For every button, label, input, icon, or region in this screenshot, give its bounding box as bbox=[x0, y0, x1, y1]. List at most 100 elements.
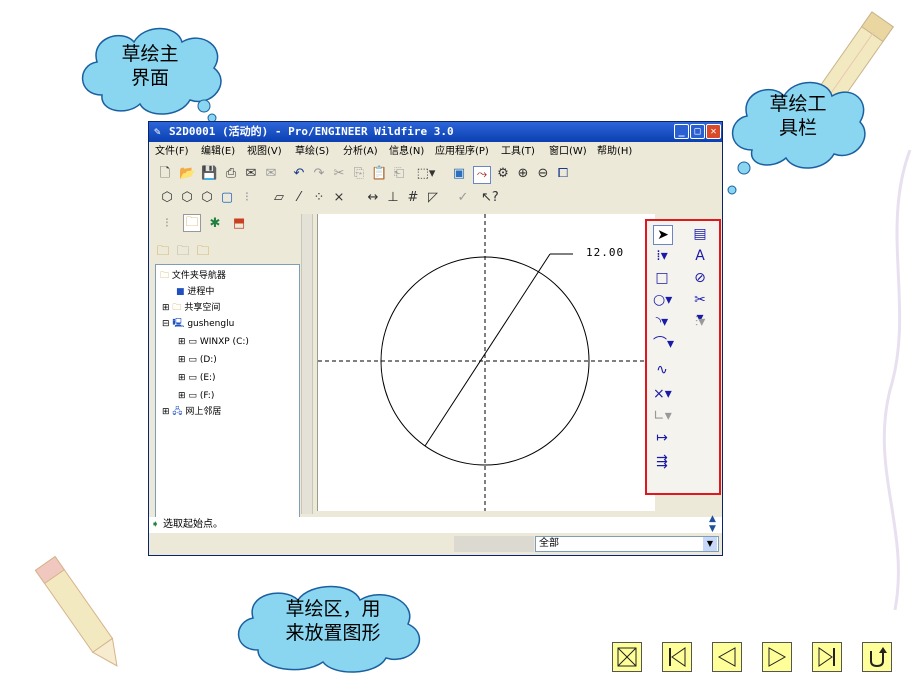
filter-dropdown[interactable]: 全部 ▼ bbox=[535, 536, 719, 552]
sketch-palette-icon[interactable]: ▤ bbox=[691, 225, 709, 243]
new-folder-icon[interactable]: 🗀 bbox=[155, 244, 171, 260]
expand-icon[interactable]: ⊞ bbox=[178, 391, 186, 401]
trim-icon[interactable]: ✂▾ bbox=[691, 291, 709, 326]
dimension-value[interactable]: 12.00 bbox=[586, 246, 624, 259]
ellipse-icon[interactable]: ⊘ bbox=[691, 269, 709, 287]
menu-tools[interactable]: 工具(T) bbox=[501, 143, 535, 161]
mail-link-icon[interactable]: ✉ bbox=[263, 166, 279, 182]
sketch-canvas[interactable]: 12.00 bbox=[317, 214, 655, 511]
tree-item-drive-e[interactable]: ⊞ ▭ (E:) bbox=[178, 371, 216, 385]
hidden-line-icon[interactable]: ⬡ bbox=[179, 190, 195, 206]
tree-item-drive-d[interactable]: ⊞ ▭ (D:) bbox=[178, 353, 217, 367]
chevron-down-icon[interactable]: ▼ bbox=[703, 537, 717, 551]
maximize-icon[interactable]: □ bbox=[690, 124, 705, 139]
sketch-done-icon[interactable]: ✓ bbox=[455, 190, 471, 206]
spline-icon[interactable]: ∿ bbox=[653, 361, 671, 379]
no-hidden-icon[interactable]: ⬡ bbox=[199, 190, 215, 206]
centerline-icon[interactable]: ⁞▾ bbox=[653, 247, 671, 265]
open-folder-icon[interactable]: 📂 bbox=[179, 166, 195, 182]
menu-window[interactable]: 窗口(W) bbox=[549, 143, 587, 161]
drive-icon: ▭ bbox=[188, 391, 197, 401]
favorites-tab-icon[interactable]: ✱ bbox=[207, 216, 223, 232]
refit-icon[interactable]: ⧠ bbox=[555, 166, 571, 182]
datum-plane-icon[interactable]: ▱ bbox=[271, 190, 287, 206]
wireframe-icon[interactable]: ⬡ bbox=[159, 190, 175, 206]
nav-next-button[interactable] bbox=[762, 642, 792, 672]
model-tree-tab-icon[interactable]: ⁝ bbox=[159, 216, 175, 232]
session-icon: ■ bbox=[176, 287, 185, 297]
modify-icon[interactable]: ⇶ bbox=[653, 453, 671, 471]
minimize-icon[interactable]: _ bbox=[674, 124, 689, 139]
expand-icon[interactable]: ⊞ bbox=[178, 355, 186, 365]
tree-item-in-session[interactable]: ■ 进程中 bbox=[176, 285, 214, 299]
menu-edit[interactable]: 编辑(E) bbox=[201, 143, 235, 161]
regenerate-icon[interactable]: ▣ bbox=[451, 166, 467, 182]
tree-item-drive-f[interactable]: ⊞ ▭ (F:) bbox=[178, 389, 214, 403]
select-arrow-icon[interactable]: ➤ bbox=[653, 225, 673, 245]
context-help-icon[interactable]: ↖? bbox=[481, 190, 499, 206]
undo-icon[interactable]: ↶ bbox=[291, 166, 307, 182]
menu-file[interactable]: 文件(F) bbox=[155, 143, 189, 161]
expand-icon[interactable]: ⊞ bbox=[178, 373, 186, 383]
dimension-icon[interactable]: ↦ bbox=[653, 429, 671, 447]
menu-view[interactable]: 视图(V) bbox=[247, 143, 282, 161]
orient-icon[interactable]: ⚙ bbox=[495, 166, 511, 182]
tree-item-computer[interactable]: ⊟ 🖳 gushenglu bbox=[162, 317, 234, 331]
zoom-in-icon[interactable]: ⊕ bbox=[515, 166, 531, 182]
menu-applications[interactable]: 应用程序(P) bbox=[435, 143, 489, 161]
zoom-out-icon[interactable]: ⊖ bbox=[535, 166, 551, 182]
coordinate-system-icon[interactable]: ⨯ bbox=[331, 190, 347, 206]
print-icon[interactable]: ⎙ bbox=[223, 166, 239, 182]
text-tool-icon[interactable]: A bbox=[691, 247, 709, 265]
use-edge-icon[interactable]: ∟▾ bbox=[653, 407, 672, 425]
paste-icon[interactable]: 📋 bbox=[371, 166, 387, 182]
network-icon: 🖧 bbox=[172, 407, 183, 417]
menu-analysis[interactable]: 分析(A) bbox=[343, 143, 378, 161]
mirror-icon[interactable]: ⫶▾ bbox=[691, 313, 709, 331]
menu-info[interactable]: 信息(N) bbox=[389, 143, 424, 161]
expand-icon[interactable]: ⊞ bbox=[162, 407, 170, 417]
save-icon[interactable]: 💾 bbox=[201, 166, 217, 182]
tree-item-network[interactable]: ⊞ 🖧 网上邻居 bbox=[162, 405, 221, 419]
menu-sketch[interactable]: 草绘(S) bbox=[295, 143, 329, 161]
nav-return-button[interactable] bbox=[862, 642, 892, 672]
point-icon[interactable]: ×▾ bbox=[653, 385, 672, 403]
close-icon[interactable]: ✕ bbox=[706, 124, 721, 139]
dimension-display-icon[interactable]: ↔ bbox=[365, 190, 381, 206]
menu-help[interactable]: 帮助(H) bbox=[597, 143, 632, 161]
nav-first-button[interactable] bbox=[662, 642, 692, 672]
redo-icon[interactable]: ↷ bbox=[311, 166, 327, 182]
delete-folder-icon[interactable]: 🗀 bbox=[175, 244, 191, 260]
tree-root[interactable]: 🗀 文件夹导航器 bbox=[160, 269, 226, 283]
rectangle-icon[interactable]: □ bbox=[653, 269, 671, 287]
add-folder-icon[interactable]: 🗀 bbox=[195, 244, 211, 260]
expand-icon[interactable]: ⊞ bbox=[162, 303, 170, 313]
arc-icon[interactable]: ◝▾ bbox=[653, 313, 671, 331]
nav-home-button[interactable] bbox=[612, 642, 642, 672]
circle-icon[interactable]: ○▾ bbox=[653, 291, 672, 309]
connections-tab-icon[interactable]: ⬒ bbox=[231, 216, 247, 232]
constraint-display-icon[interactable]: ⊥ bbox=[385, 190, 401, 206]
send-mail-icon[interactable]: ✉ bbox=[243, 166, 259, 182]
paste-special-icon[interactable]: ⎗ bbox=[391, 166, 407, 182]
nav-last-button[interactable] bbox=[812, 642, 842, 672]
new-file-icon[interactable]: 🗋 bbox=[157, 166, 173, 182]
sketch-mode-icon[interactable]: ⤳ bbox=[473, 166, 491, 184]
copy-icon[interactable]: ⎘ bbox=[351, 166, 367, 182]
nav-previous-button[interactable] bbox=[712, 642, 742, 672]
expand-icon[interactable]: ⊞ bbox=[178, 337, 186, 347]
collapse-icon[interactable]: ⊟ bbox=[162, 319, 170, 329]
datum-point-icon[interactable]: ⁘ bbox=[311, 190, 327, 206]
navigator-splitter[interactable] bbox=[301, 214, 313, 514]
grid-display-icon[interactable]: # bbox=[405, 190, 421, 206]
fillet-icon[interactable]: ⌒▾ bbox=[653, 335, 674, 353]
model-tree-toggle-icon[interactable]: ⁝ bbox=[239, 190, 255, 206]
shading-icon[interactable]: ▢ bbox=[219, 190, 235, 206]
selection-box-icon[interactable]: ⬚▾ bbox=[413, 166, 439, 182]
cut-icon[interactable]: ✂ bbox=[331, 166, 347, 182]
folder-browser-tab-icon[interactable]: 🗀 bbox=[183, 214, 201, 232]
vertex-display-icon[interactable]: ◸ bbox=[425, 190, 441, 206]
datum-axis-icon[interactable]: ⁄ bbox=[291, 190, 307, 206]
tree-item-drive-c[interactable]: ⊞ ▭ WINXP (C:) bbox=[178, 335, 249, 349]
tree-item-shared-space[interactable]: ⊞ 🗀 共享空间 bbox=[162, 301, 220, 315]
